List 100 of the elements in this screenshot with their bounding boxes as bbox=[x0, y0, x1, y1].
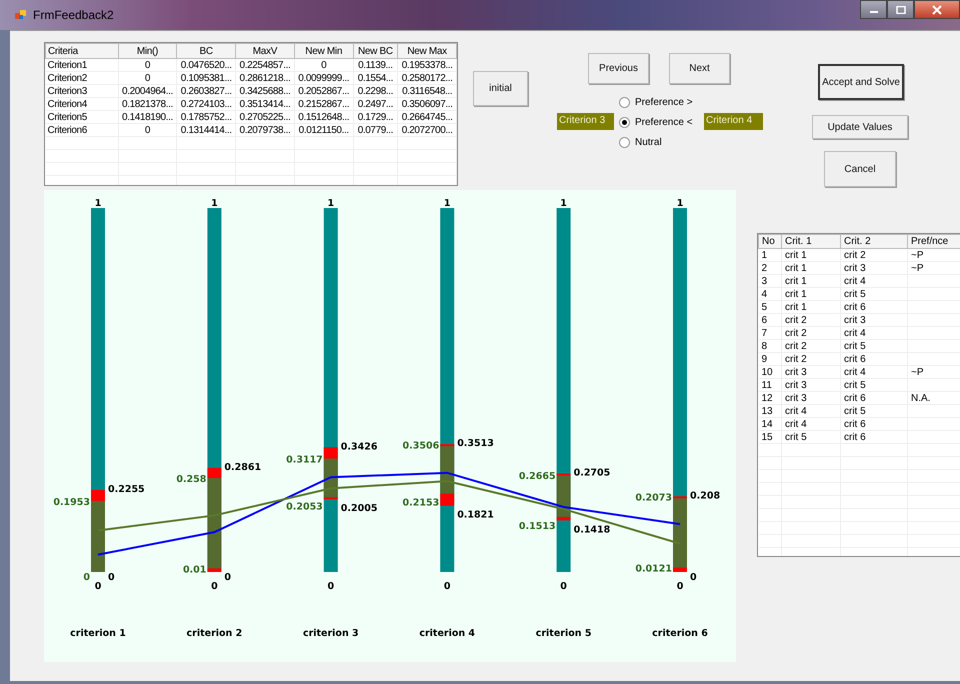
max-label: 0.3513 bbox=[457, 438, 494, 450]
column-header[interactable]: Criteria bbox=[46, 44, 118, 58]
table-cell: 4 bbox=[758, 288, 782, 300]
radio-button[interactable]: Preference < bbox=[619, 116, 704, 128]
table-cell: 0.1095381... bbox=[176, 72, 236, 84]
new-max-label: 0.2073 bbox=[635, 492, 672, 504]
accept-solve-button[interactable]: Accept and Solve bbox=[818, 64, 904, 100]
min-label: 0 bbox=[690, 572, 697, 583]
table-cell: crit 4 bbox=[840, 366, 908, 378]
criterion-label: Criterion 3 bbox=[557, 113, 614, 130]
maximize-button[interactable] bbox=[887, 0, 914, 19]
close-button[interactable] bbox=[914, 0, 960, 19]
table-cell: 0.0121150... bbox=[294, 124, 354, 136]
minimize-button[interactable] bbox=[860, 0, 887, 19]
new-max-label: 0.3117 bbox=[286, 454, 323, 466]
column-header[interactable]: Pref/nce bbox=[908, 234, 960, 248]
axis-title: criterion 1 bbox=[70, 628, 126, 639]
axis-top-label: 1 bbox=[94, 198, 102, 209]
axis-top-label: 1 bbox=[211, 198, 218, 209]
column-header[interactable]: MaxV bbox=[236, 44, 294, 58]
table-cell: crit 6 bbox=[840, 352, 908, 366]
new-min-label: 0 bbox=[83, 572, 90, 583]
new-max-label: 0.258 bbox=[176, 474, 206, 486]
excluded-segment bbox=[556, 516, 571, 520]
table-cell: 0.2603827... bbox=[176, 84, 236, 98]
column-header[interactable]: BC bbox=[176, 44, 236, 58]
table-cell: 0.1314414... bbox=[176, 124, 236, 136]
axis-title: criterion 5 bbox=[536, 628, 592, 639]
table-cell: 0 bbox=[118, 124, 177, 136]
table-cell: ~P bbox=[908, 262, 960, 274]
table-cell: crit 5 bbox=[840, 288, 908, 300]
axis-top-label: 1 bbox=[327, 198, 334, 209]
app-icon bbox=[15, 9, 27, 21]
max-label: 0.2861 bbox=[224, 462, 262, 473]
column-header[interactable]: New Max bbox=[398, 44, 456, 58]
radio-button[interactable]: Preference > bbox=[619, 96, 704, 108]
table-cell: crit 3 bbox=[840, 262, 908, 274]
min-label: 0.2005 bbox=[340, 503, 378, 514]
initial-button[interactable]: initial bbox=[473, 71, 528, 106]
table-cell: Criterion4 bbox=[46, 98, 118, 110]
table-cell: 9 bbox=[758, 352, 782, 366]
axis-top-label: 1 bbox=[560, 198, 567, 209]
max-label: 0.2705 bbox=[574, 468, 610, 479]
update-values-button[interactable]: Update Values bbox=[812, 115, 908, 139]
excluded-segment bbox=[207, 568, 222, 572]
column-header[interactable]: New Min bbox=[294, 44, 354, 58]
excluded-segment bbox=[556, 474, 571, 476]
table-cell: Criterion1 bbox=[46, 58, 118, 72]
table-cell: 7 bbox=[758, 326, 782, 340]
column-header[interactable]: New BC bbox=[353, 44, 398, 58]
axis-bottom-label: 0 bbox=[327, 581, 334, 592]
axis-title: criterion 3 bbox=[302, 628, 359, 639]
table-cell: 0.0476520... bbox=[176, 58, 236, 72]
table-cell: Criterion5 bbox=[46, 110, 118, 124]
new-min-label: 0.2153 bbox=[402, 498, 440, 509]
close-icon bbox=[931, 4, 943, 14]
table-cell: 0.2298... bbox=[353, 84, 398, 98]
table-cell: 3 bbox=[758, 274, 782, 288]
table-cell: 0.1418190... bbox=[118, 110, 177, 124]
radio-icon[interactable] bbox=[619, 136, 630, 148]
table-cell: 0.1821378... bbox=[118, 98, 177, 110]
axis-title: criterion 2 bbox=[186, 628, 242, 639]
axis-title: criterion 6 bbox=[652, 628, 708, 639]
table-cell: 0.2664745... bbox=[398, 110, 456, 124]
cancel-button[interactable]: Cancel bbox=[824, 151, 896, 187]
column-header[interactable]: Crit. 2 bbox=[840, 234, 908, 248]
max-label: 0.2255 bbox=[108, 484, 145, 495]
table-cell: 14 bbox=[758, 418, 782, 430]
column-header[interactable]: No bbox=[758, 234, 782, 248]
table-cell: 2 bbox=[758, 262, 782, 274]
table-cell: crit 2 bbox=[782, 352, 840, 366]
min-label: 0 bbox=[224, 572, 232, 583]
table-cell: crit 3 bbox=[782, 366, 840, 378]
table-cell: crit 1 bbox=[782, 300, 840, 314]
new-min-label: 0.0121 bbox=[635, 564, 672, 575]
max-label: 0.208 bbox=[690, 490, 720, 502]
axis-bottom-label: 0 bbox=[94, 581, 102, 592]
column-header[interactable]: Min() bbox=[118, 44, 177, 58]
radio-button[interactable]: Nutral bbox=[619, 136, 704, 148]
table-cell: 0.2705225... bbox=[236, 110, 294, 124]
table-cell: 0 bbox=[294, 58, 354, 72]
table-cell: 0.1512648... bbox=[294, 110, 354, 124]
table-cell: N.A. bbox=[908, 392, 960, 404]
axis-top-label: 1 bbox=[444, 198, 451, 209]
radio-icon[interactable] bbox=[619, 116, 630, 128]
radio-icon[interactable] bbox=[619, 96, 630, 108]
table-cell: crit 5 bbox=[840, 378, 908, 392]
column-header[interactable]: Crit. 1 bbox=[782, 234, 840, 248]
axis-bottom-label: 0 bbox=[211, 581, 218, 592]
table-cell: crit 2 bbox=[782, 340, 840, 352]
table-cell: 0.2254857... bbox=[236, 58, 294, 72]
table-cell: 0.1729... bbox=[353, 110, 398, 124]
table-cell: crit 1 bbox=[782, 262, 840, 274]
table-cell: Criterion3 bbox=[46, 84, 118, 98]
criterion-label: Criterion 4 bbox=[704, 113, 763, 130]
previous-button[interactable]: Previous bbox=[588, 53, 649, 84]
table-cell: 0.1554... bbox=[353, 72, 398, 84]
next-button[interactable]: Next bbox=[669, 53, 730, 84]
table-cell: 0.2004964... bbox=[118, 84, 177, 98]
new-min-label: 0.2053 bbox=[286, 501, 323, 512]
